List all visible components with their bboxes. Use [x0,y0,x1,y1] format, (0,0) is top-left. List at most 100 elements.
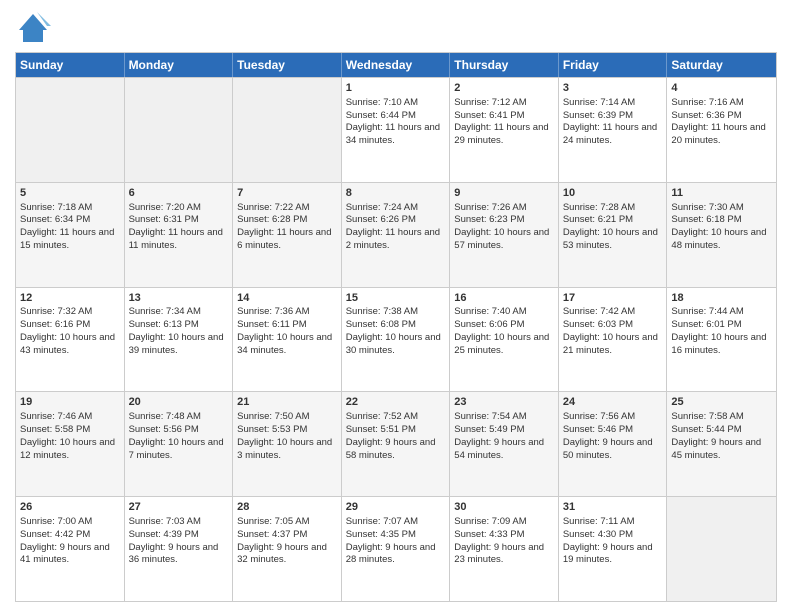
daylight-text: Daylight: 10 hours and 16 minutes. [671,332,766,356]
sunset-text: Sunset: 4:37 PM [237,529,307,540]
sunrise-text: Sunrise: 7:11 AM [563,516,635,527]
sunset-text: Sunset: 4:33 PM [454,529,524,540]
daylight-text: Daylight: 10 hours and 30 minutes. [346,332,441,356]
day-cell-11: 11Sunrise: 7:30 AMSunset: 6:18 PMDayligh… [667,183,776,287]
sunrise-text: Sunrise: 7:16 AM [671,97,743,108]
day-cell-14: 14Sunrise: 7:36 AMSunset: 6:11 PMDayligh… [233,288,342,392]
day-cell-13: 13Sunrise: 7:34 AMSunset: 6:13 PMDayligh… [125,288,234,392]
calendar-header: SundayMondayTuesdayWednesdayThursdayFrid… [16,53,776,77]
day-number: 9 [454,186,554,201]
day-number: 12 [20,291,120,306]
day-number: 28 [237,500,337,515]
day-cell-21: 21Sunrise: 7:50 AMSunset: 5:53 PMDayligh… [233,392,342,496]
sunset-text: Sunset: 6:03 PM [563,319,633,330]
empty-cell [233,78,342,182]
day-cell-28: 28Sunrise: 7:05 AMSunset: 4:37 PMDayligh… [233,497,342,601]
day-number: 6 [129,186,229,201]
week-row-2: 12Sunrise: 7:32 AMSunset: 6:16 PMDayligh… [16,287,776,392]
sunrise-text: Sunrise: 7:46 AM [20,411,92,422]
daylight-text: Daylight: 10 hours and 7 minutes. [129,437,224,461]
day-cell-20: 20Sunrise: 7:48 AMSunset: 5:56 PMDayligh… [125,392,234,496]
empty-cell [667,497,776,601]
daylight-text: Daylight: 10 hours and 43 minutes. [20,332,115,356]
day-cell-15: 15Sunrise: 7:38 AMSunset: 6:08 PMDayligh… [342,288,451,392]
day-cell-19: 19Sunrise: 7:46 AMSunset: 5:58 PMDayligh… [16,392,125,496]
sunrise-text: Sunrise: 7:05 AM [237,516,309,527]
day-number: 11 [671,186,772,201]
daylight-text: Daylight: 11 hours and 15 minutes. [20,227,114,251]
sunrise-text: Sunrise: 7:36 AM [237,306,309,317]
day-number: 16 [454,291,554,306]
day-number: 22 [346,395,446,410]
sunset-text: Sunset: 6:31 PM [129,214,199,225]
day-number: 10 [563,186,663,201]
sunrise-text: Sunrise: 7:26 AM [454,202,526,213]
day-cell-3: 3Sunrise: 7:14 AMSunset: 6:39 PMDaylight… [559,78,668,182]
sunrise-text: Sunrise: 7:22 AM [237,202,309,213]
day-number: 17 [563,291,663,306]
day-number: 18 [671,291,772,306]
sunset-text: Sunset: 6:36 PM [671,110,741,121]
day-cell-18: 18Sunrise: 7:44 AMSunset: 6:01 PMDayligh… [667,288,776,392]
calendar: SundayMondayTuesdayWednesdayThursdayFrid… [15,52,777,602]
day-cell-2: 2Sunrise: 7:12 AMSunset: 6:41 PMDaylight… [450,78,559,182]
sunrise-text: Sunrise: 7:20 AM [129,202,201,213]
empty-cell [16,78,125,182]
daylight-text: Daylight: 9 hours and 50 minutes. [563,437,653,461]
day-number: 5 [20,186,120,201]
sunrise-text: Sunrise: 7:56 AM [563,411,635,422]
daylight-text: Daylight: 10 hours and 53 minutes. [563,227,658,251]
calendar-body: 1Sunrise: 7:10 AMSunset: 6:44 PMDaylight… [16,77,776,601]
day-number: 2 [454,81,554,96]
sunrise-text: Sunrise: 7:50 AM [237,411,309,422]
daylight-text: Daylight: 9 hours and 45 minutes. [671,437,761,461]
week-row-1: 5Sunrise: 7:18 AMSunset: 6:34 PM Daylight… [16,182,776,287]
daylight-text: Daylight: 11 hours and 2 minutes. [346,227,440,251]
day-number: 19 [20,395,120,410]
day-number: 20 [129,395,229,410]
day-cell-31: 31Sunrise: 7:11 AMSunset: 4:30 PMDayligh… [559,497,668,601]
day-cell-10: 10Sunrise: 7:28 AMSunset: 6:21 PMDayligh… [559,183,668,287]
sunset-text: Sunset: 6:06 PM [454,319,524,330]
week-row-3: 19Sunrise: 7:46 AMSunset: 5:58 PMDayligh… [16,391,776,496]
day-cell-6: 6Sunrise: 7:20 AMSunset: 6:31 PMDaylight… [125,183,234,287]
day-cell-17: 17Sunrise: 7:42 AMSunset: 6:03 PMDayligh… [559,288,668,392]
sunset-text: Sunset: 6:39 PM [563,110,633,121]
day-number: 31 [563,500,663,515]
sunrise-text: Sunrise: 7:28 AM [563,202,635,213]
day-cell-5: 5Sunrise: 7:18 AMSunset: 6:34 PM Daylight… [16,183,125,287]
daylight-text: Daylight: 10 hours and 48 minutes. [671,227,766,251]
sunrise-text: Sunrise: 7:18 AM [20,202,92,213]
day-cell-29: 29Sunrise: 7:07 AMSunset: 4:35 PMDayligh… [342,497,451,601]
day-number: 25 [671,395,772,410]
sunset-text: Sunset: 6:08 PM [346,319,416,330]
sunset-text: Sunset: 5:46 PM [563,424,633,435]
sunset-text: Sunset: 5:53 PM [237,424,307,435]
sunrise-text: Sunrise: 7:42 AM [563,306,635,317]
day-number: 24 [563,395,663,410]
sunset-text: Sunset: 5:49 PM [454,424,524,435]
sunset-text: Sunset: 6:34 PM [20,214,90,225]
sunrise-text: Sunrise: 7:14 AM [563,97,635,108]
daylight-text: Daylight: 10 hours and 34 minutes. [237,332,332,356]
header-day-tuesday: Tuesday [233,53,342,77]
sunset-text: Sunset: 6:28 PM [237,214,307,225]
day-cell-22: 22Sunrise: 7:52 AMSunset: 5:51 PMDayligh… [342,392,451,496]
sunset-text: Sunset: 6:01 PM [671,319,741,330]
sunrise-text: Sunrise: 7:52 AM [346,411,418,422]
sunrise-text: Sunrise: 7:12 AM [454,97,526,108]
day-number: 30 [454,500,554,515]
day-cell-16: 16Sunrise: 7:40 AMSunset: 6:06 PMDayligh… [450,288,559,392]
day-number: 29 [346,500,446,515]
sunrise-text: Sunrise: 7:48 AM [129,411,201,422]
daylight-text: Daylight: 10 hours and 57 minutes. [454,227,549,251]
day-number: 3 [563,81,663,96]
daylight-text: Daylight: 10 hours and 3 minutes. [237,437,332,461]
day-cell-9: 9Sunrise: 7:26 AMSunset: 6:23 PMDaylight… [450,183,559,287]
daylight-text: Daylight: 9 hours and 23 minutes. [454,542,544,566]
day-cell-27: 27Sunrise: 7:03 AMSunset: 4:39 PMDayligh… [125,497,234,601]
day-number: 13 [129,291,229,306]
logo [15,10,55,46]
sunrise-text: Sunrise: 7:58 AM [671,411,743,422]
day-cell-30: 30Sunrise: 7:09 AMSunset: 4:33 PMDayligh… [450,497,559,601]
